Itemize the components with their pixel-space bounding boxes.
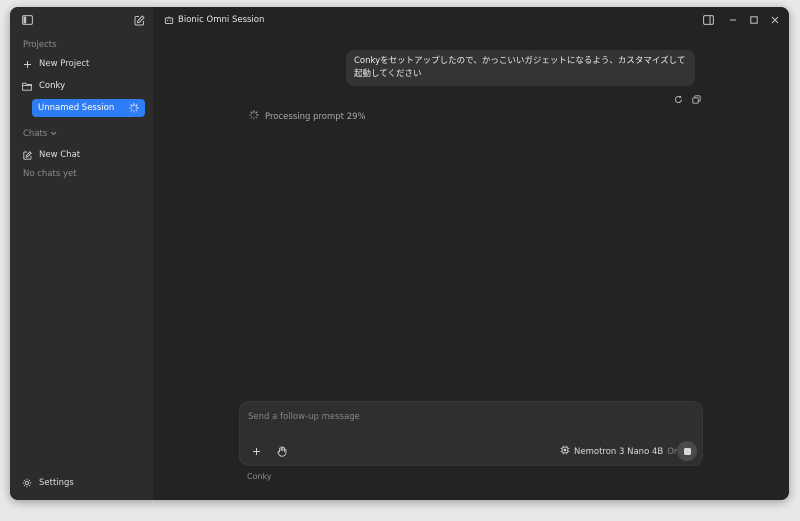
model-name: Nemotron 3 Nano 4B bbox=[574, 446, 664, 457]
copy-icon[interactable] bbox=[691, 94, 702, 105]
stop-icon bbox=[683, 447, 691, 455]
close-icon[interactable] bbox=[770, 15, 780, 25]
panel-toggle-icon[interactable] bbox=[702, 14, 714, 26]
session-item-active[interactable]: Unnamed Session bbox=[32, 99, 145, 117]
compose-icon[interactable] bbox=[133, 14, 145, 26]
new-chat-label: New Chat bbox=[39, 150, 81, 160]
minimize-icon[interactable] bbox=[728, 15, 738, 25]
stop-button[interactable] bbox=[677, 441, 697, 461]
robot-icon bbox=[164, 15, 174, 25]
titlebar: Bionic Omni Session bbox=[153, 7, 789, 33]
new-project-button[interactable]: New Project bbox=[22, 59, 89, 69]
chats-label: Chats bbox=[23, 129, 48, 139]
edit-icon bbox=[22, 150, 32, 160]
plus-icon bbox=[22, 59, 32, 69]
new-project-label: New Project bbox=[39, 59, 90, 69]
loading-spinner-icon bbox=[249, 110, 259, 123]
message-composer: Nemotron 3 Nano 4B On bbox=[239, 401, 703, 466]
projects-heading: Projects bbox=[23, 40, 57, 50]
window-title: Bionic Omni Session bbox=[178, 15, 265, 25]
message-input[interactable] bbox=[248, 409, 688, 425]
new-chat-button[interactable]: New Chat bbox=[22, 150, 80, 160]
toggle-sidebar-icon[interactable] bbox=[21, 14, 33, 26]
chevron-down-icon bbox=[50, 129, 57, 139]
sidebar: Projects New Project Conky Unnamed Sessi… bbox=[10, 7, 153, 500]
folder-icon bbox=[22, 81, 32, 91]
processing-text: Processing prompt 29% bbox=[265, 111, 366, 122]
settings-label: Settings bbox=[39, 478, 74, 488]
processing-status: Processing prompt 29% bbox=[249, 110, 366, 123]
user-message: Conkyをセットアップしたので、かっこいいガジェットになるよう、カスタマイズし… bbox=[346, 50, 695, 86]
project-item-conky[interactable]: Conky bbox=[22, 81, 65, 91]
app-window: Projects New Project Conky Unnamed Sessi… bbox=[10, 7, 789, 500]
retry-icon[interactable] bbox=[673, 94, 684, 105]
session-label: Unnamed Session bbox=[38, 103, 115, 113]
attach-plus-icon[interactable] bbox=[251, 446, 262, 457]
gear-icon bbox=[22, 478, 32, 488]
main-area: Bionic Omni Session Conkyをセットアップしたので、かっこ… bbox=[153, 7, 789, 500]
chats-heading[interactable]: Chats bbox=[23, 129, 57, 139]
loading-spinner-icon bbox=[129, 103, 139, 113]
chip-icon bbox=[560, 445, 570, 458]
project-name: Conky bbox=[39, 81, 66, 91]
empty-chats-text: No chats yet bbox=[23, 169, 77, 179]
project-tag: Conky bbox=[247, 472, 272, 481]
model-selector[interactable]: Nemotron 3 Nano 4B On bbox=[560, 445, 679, 458]
maximize-icon[interactable] bbox=[749, 15, 759, 25]
hand-icon[interactable] bbox=[276, 445, 288, 457]
settings-button[interactable]: Settings bbox=[22, 478, 74, 488]
